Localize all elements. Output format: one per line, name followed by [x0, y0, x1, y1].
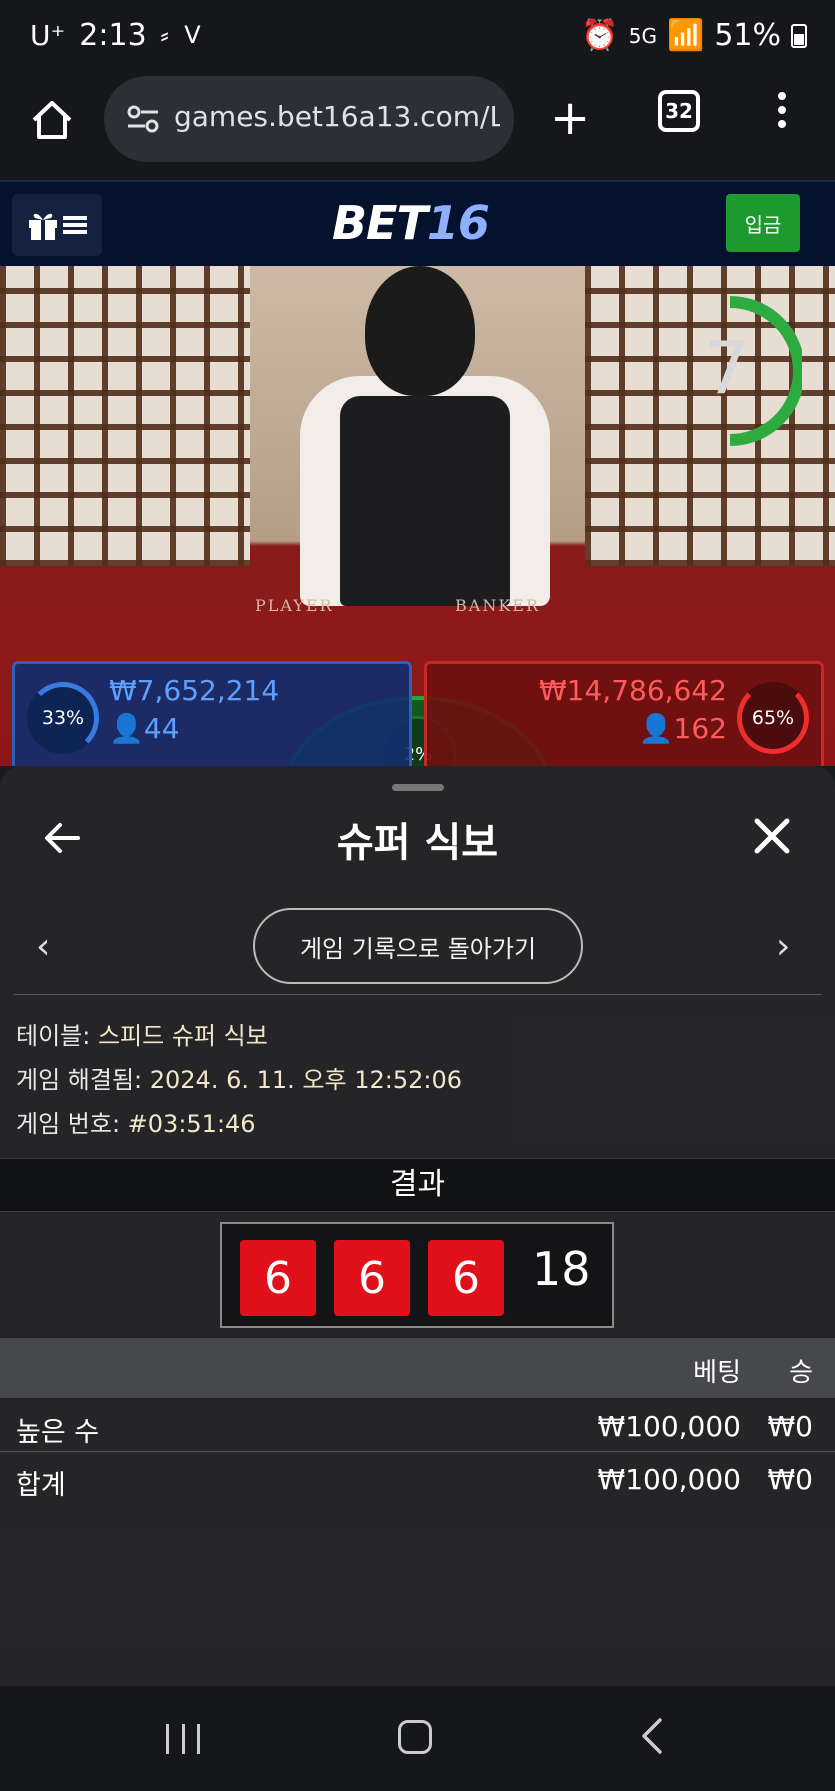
table-row: 높은 수 ₩100,000 ₩0: [0, 1400, 835, 1452]
player-count-row: 👤44: [109, 712, 180, 745]
carrier-label: U⁺: [30, 19, 66, 52]
user-icon: 👤: [638, 712, 674, 745]
site-settings-icon[interactable]: [126, 104, 160, 134]
dice-total: 18: [532, 1242, 591, 1296]
battery-icon: [791, 23, 807, 48]
browser-toolbar: games.bet16a13.com/Lau + 32: [0, 76, 835, 180]
total-win-amount: ₩0: [767, 1463, 814, 1496]
win-amount: ₩0: [767, 1410, 814, 1443]
clock: 2:13: [79, 18, 147, 53]
home-button-icon[interactable]: [398, 1720, 432, 1754]
game-number-info: 게임 번호: #03:51:46: [16, 1110, 256, 1138]
signal-icon: 📶: [666, 18, 705, 53]
player-amount: ₩7,652,214: [109, 674, 280, 707]
banker-count: 162: [673, 712, 727, 745]
system-nav-bar: [0, 1686, 835, 1791]
game-detail-sheet: 슈퍼 식보 ‹ › 게임 기록으로 돌아가기 테이블: 스피드 슈퍼 식보 게임…: [0, 766, 835, 1686]
result-header: 결과: [0, 1158, 835, 1212]
gift-icon: [29, 213, 57, 240]
new-tab-icon[interactable]: +: [550, 94, 590, 142]
dice-result: 6 6 6 18: [220, 1222, 614, 1328]
home-icon[interactable]: [30, 98, 74, 142]
total-bet-amount: ₩100,000: [597, 1463, 741, 1496]
divider: [14, 994, 822, 995]
player-table-label: PLAYER: [255, 596, 334, 615]
dealer-vest: [340, 396, 510, 606]
url-text[interactable]: games.bet16a13.com/Lau: [174, 100, 500, 133]
previous-game-chevron-icon[interactable]: ‹: [36, 926, 50, 967]
sheet-title: 슈퍼 식보: [336, 820, 499, 866]
banker-count-row: 👤162: [639, 712, 727, 745]
next-game-chevron-icon[interactable]: ›: [776, 926, 790, 967]
recent-apps-icon[interactable]: [166, 1724, 200, 1754]
die-2: 6: [334, 1240, 410, 1316]
status-bar: U⁺ 2:13 ⸗ V ⏰ 5G 📶 51%: [0, 0, 835, 76]
total-label: 합계: [16, 1470, 66, 1501]
alarm-icon: ⏰: [581, 18, 619, 53]
total-row: 합계 ₩100,000 ₩0: [0, 1453, 835, 1505]
divider: [0, 1451, 835, 1452]
more-menu-icon[interactable]: [772, 92, 792, 136]
die-3: 6: [428, 1240, 504, 1316]
player-bet-area[interactable]: 33% ₩7,652,214 👤44: [12, 661, 412, 766]
close-icon[interactable]: [752, 816, 792, 856]
bet-column-header: 베팅: [693, 1358, 741, 1388]
site-header: BET16 입금: [0, 180, 835, 266]
network-type: 5G: [628, 23, 657, 48]
dealer-head: [365, 266, 475, 396]
banker-table-label: BANKER: [455, 596, 540, 615]
back-nav-icon[interactable]: [634, 1716, 674, 1756]
deposit-button[interactable]: 입금: [726, 194, 800, 252]
user-icon: 👤: [109, 712, 144, 745]
back-to-history-button[interactable]: 게임 기록으로 돌아가기: [253, 908, 583, 984]
banker-bet-area[interactable]: ₩14,786,642 👤162 65%: [424, 661, 824, 766]
resolved-info: 게임 해결됨: 2024. 6. 11. 오후 12:52:06: [16, 1066, 462, 1094]
bets-table-header: 베팅 승: [0, 1338, 835, 1398]
bet-name: 높은 수: [16, 1417, 100, 1448]
banker-percent: 65%: [737, 682, 809, 754]
live-video: PLAYER BANKER 7 2% 33% ₩7,652,214 👤44 ₩1…: [0, 266, 835, 766]
player-count: 44: [143, 712, 180, 745]
die-1: 6: [240, 1240, 316, 1316]
folding-screen-left: [0, 266, 250, 566]
notification-icons: ⸗ V: [160, 21, 205, 49]
gift-menu-button[interactable]: [12, 194, 102, 256]
hamburger-icon: [63, 216, 87, 234]
battery-percent: 51%: [714, 18, 781, 53]
tab-switcher-button[interactable]: 32: [658, 90, 700, 132]
banker-amount: ₩14,786,642: [538, 674, 727, 707]
sheet-drag-handle[interactable]: [392, 784, 444, 791]
bet-amount: ₩100,000: [597, 1410, 741, 1443]
address-bar[interactable]: games.bet16a13.com/Lau: [104, 76, 514, 162]
countdown-value: 7: [704, 326, 750, 410]
win-column-header: 승: [789, 1358, 813, 1388]
site-logo[interactable]: BET16: [332, 196, 490, 250]
table-info: 테이블: 스피드 슈퍼 식보: [16, 1022, 268, 1050]
player-percent: 33%: [27, 682, 99, 754]
